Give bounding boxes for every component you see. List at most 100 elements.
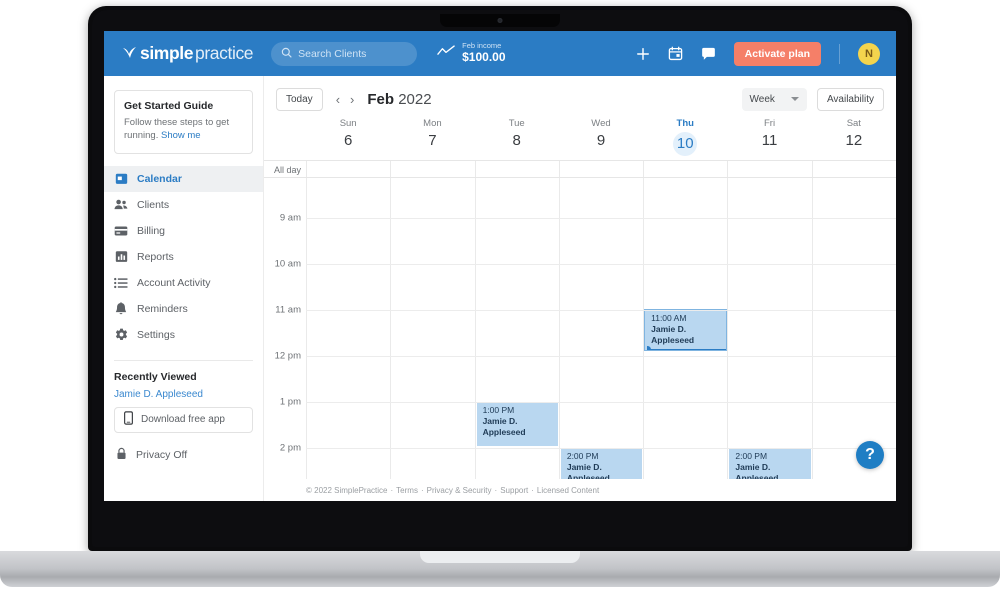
sidebar-item-billing[interactable]: Billing	[104, 218, 263, 244]
day-column-sun[interactable]	[306, 178, 390, 479]
day-column-mon[interactable]	[390, 178, 474, 479]
help-button[interactable]: ?	[856, 441, 884, 469]
recently-viewed-title: Recently Viewed	[114, 370, 197, 383]
calendar-event-selected[interactable]: 11:00 AM Jamie D. Appleseed	[644, 309, 728, 351]
guide-show-me-link[interactable]: Show me	[161, 130, 201, 141]
day-column-sat[interactable]	[811, 178, 896, 479]
sidebar-item-calendar[interactable]: Calendar	[104, 165, 263, 192]
get-started-guide-card[interactable]: Get Started Guide Follow these steps to …	[114, 90, 253, 154]
sidebar-item-reminders[interactable]: Reminders	[104, 296, 263, 322]
sidebar-item-label: Reports	[137, 250, 174, 263]
day-column-fri[interactable]: 2:00 PM Jamie D. Appleseed	[727, 178, 811, 479]
day-number: 9	[596, 132, 606, 149]
activate-plan-button[interactable]: Activate plan	[733, 41, 821, 66]
day-column-thu[interactable]: 11:00 AM Jamie D. Appleseed	[643, 178, 728, 479]
time-label: 10 am	[274, 258, 301, 270]
day-number: 7	[428, 132, 437, 149]
all-day-cells	[306, 161, 896, 177]
next-week-button[interactable]: ›	[345, 92, 359, 107]
availability-button[interactable]: Availability	[816, 87, 884, 111]
day-column-header[interactable]: Sun 6	[306, 118, 390, 156]
footer-link-privacy[interactable]: Privacy & Security	[427, 486, 492, 495]
today-button[interactable]: Today	[276, 87, 323, 111]
day-column-header[interactable]: Sat 12	[812, 118, 896, 156]
download-free-app-button[interactable]: Download free app	[114, 406, 253, 433]
day-name: Tue	[508, 118, 525, 129]
view-select-value: Week	[749, 93, 775, 105]
calendar-title: Feb 2022	[367, 91, 431, 108]
calendar-grid-scroll[interactable]: 9 am 10 am 11 am 12 pm 1 pm 2 pm 1:00 PM…	[264, 178, 896, 479]
footer-link-licensed-content[interactable]: Licensed Content	[537, 486, 599, 495]
footer-link-terms[interactable]: Terms	[396, 486, 418, 495]
event-client: Jamie D. Appleseed	[482, 416, 526, 438]
download-app-label: Download free app	[141, 414, 225, 426]
time-label: 9 am	[279, 212, 301, 224]
all-day-cell[interactable]	[474, 161, 559, 177]
footer-link-support[interactable]: Support	[500, 486, 528, 495]
bell-icon	[114, 302, 128, 316]
guide-title: Get Started Guide	[124, 100, 214, 112]
app-screen: simple practice Search Clients Feb incom…	[104, 31, 896, 501]
all-day-label: All day	[273, 165, 301, 175]
topbar-actions: Activate plan N	[636, 41, 884, 66]
calendar-event[interactable]: 1:00 PM Jamie D. Appleseed	[476, 402, 558, 446]
event-time: 2:00 PM	[566, 451, 599, 461]
all-day-cell[interactable]	[811, 161, 896, 177]
people-icon	[114, 198, 128, 211]
hour-gridline	[306, 218, 896, 219]
day-number: 6	[343, 132, 353, 149]
event-resize-handle[interactable]	[647, 346, 652, 350]
day-name: Sat	[846, 118, 861, 129]
day-column-header[interactable]: Mon 7	[390, 118, 474, 156]
hour-gridline	[306, 402, 896, 403]
sidebar-item-reports[interactable]: Reports	[104, 244, 263, 270]
phone-icon	[124, 411, 133, 428]
calendar-event[interactable]: 2:00 PM Jamie D. Appleseed	[729, 448, 811, 479]
all-day-cell[interactable]	[390, 161, 474, 177]
all-day-cell[interactable]	[727, 161, 811, 177]
topbar-divider	[839, 43, 840, 64]
day-column-header[interactable]: Wed 9	[559, 118, 643, 156]
recent-client-link[interactable]: Jamie D. Appleseed	[104, 389, 263, 407]
hour-gridline	[306, 356, 896, 357]
prev-week-button[interactable]: ‹	[331, 92, 345, 107]
day-name: Fri	[764, 118, 776, 129]
sidebar-item-settings[interactable]: Settings	[104, 322, 263, 348]
income-widget[interactable]: Feb income $100.00	[437, 42, 506, 64]
brand-logo[interactable]: simple practice	[122, 43, 254, 64]
sidebar-nav: Calendar Clients Billing Reports Account…	[104, 165, 263, 354]
event-time: 11:00 AM	[651, 313, 687, 323]
app-topbar: simple practice Search Clients Feb incom…	[104, 31, 896, 76]
time-label: 12 pm	[274, 350, 301, 362]
all-day-cell[interactable]	[558, 161, 643, 177]
calendar-icon	[114, 172, 128, 185]
all-day-cell[interactable]	[643, 161, 727, 177]
day-column-header-today[interactable]: Thu 10	[643, 118, 727, 156]
app-body: Get Started Guide Follow these steps to …	[104, 76, 896, 501]
privacy-toggle[interactable]: Privacy Off	[104, 433, 263, 463]
calendar-event[interactable]: 2:00 PM Jamie D. Appleseed	[560, 448, 643, 479]
day-name: Thu	[676, 118, 694, 129]
view-select[interactable]: Week	[741, 87, 807, 111]
all-day-cell[interactable]	[306, 161, 390, 177]
chat-icon[interactable]	[701, 47, 716, 61]
card-icon	[114, 225, 128, 237]
day-name: Mon	[423, 118, 442, 129]
day-column-header[interactable]: Tue 8	[475, 118, 559, 156]
day-column-header[interactable]: Fri 11	[727, 118, 811, 156]
lock-icon	[116, 447, 127, 463]
event-client: Jamie D. Appleseed	[735, 462, 779, 479]
day-column-wed[interactable]: 2:00 PM Jamie D. Appleseed	[558, 178, 643, 479]
day-column-tue[interactable]: 1:00 PM Jamie D. Appleseed	[474, 178, 559, 479]
event-client: Jamie D. Appleseed	[651, 324, 695, 346]
app-footer: © 2022 SimplePractice · Terms · Privacy …	[264, 479, 896, 501]
sidebar-item-clients[interactable]: Clients	[104, 192, 263, 218]
search-clients-input[interactable]: Search Clients	[271, 41, 418, 66]
calendar-icon[interactable]	[668, 46, 683, 61]
search-icon	[281, 45, 292, 63]
plus-icon[interactable]	[636, 47, 650, 61]
footer-separator: ·	[494, 485, 498, 495]
gear-icon	[114, 328, 128, 341]
sidebar-item-account-activity[interactable]: Account Activity	[104, 270, 263, 296]
avatar[interactable]: N	[858, 42, 880, 65]
